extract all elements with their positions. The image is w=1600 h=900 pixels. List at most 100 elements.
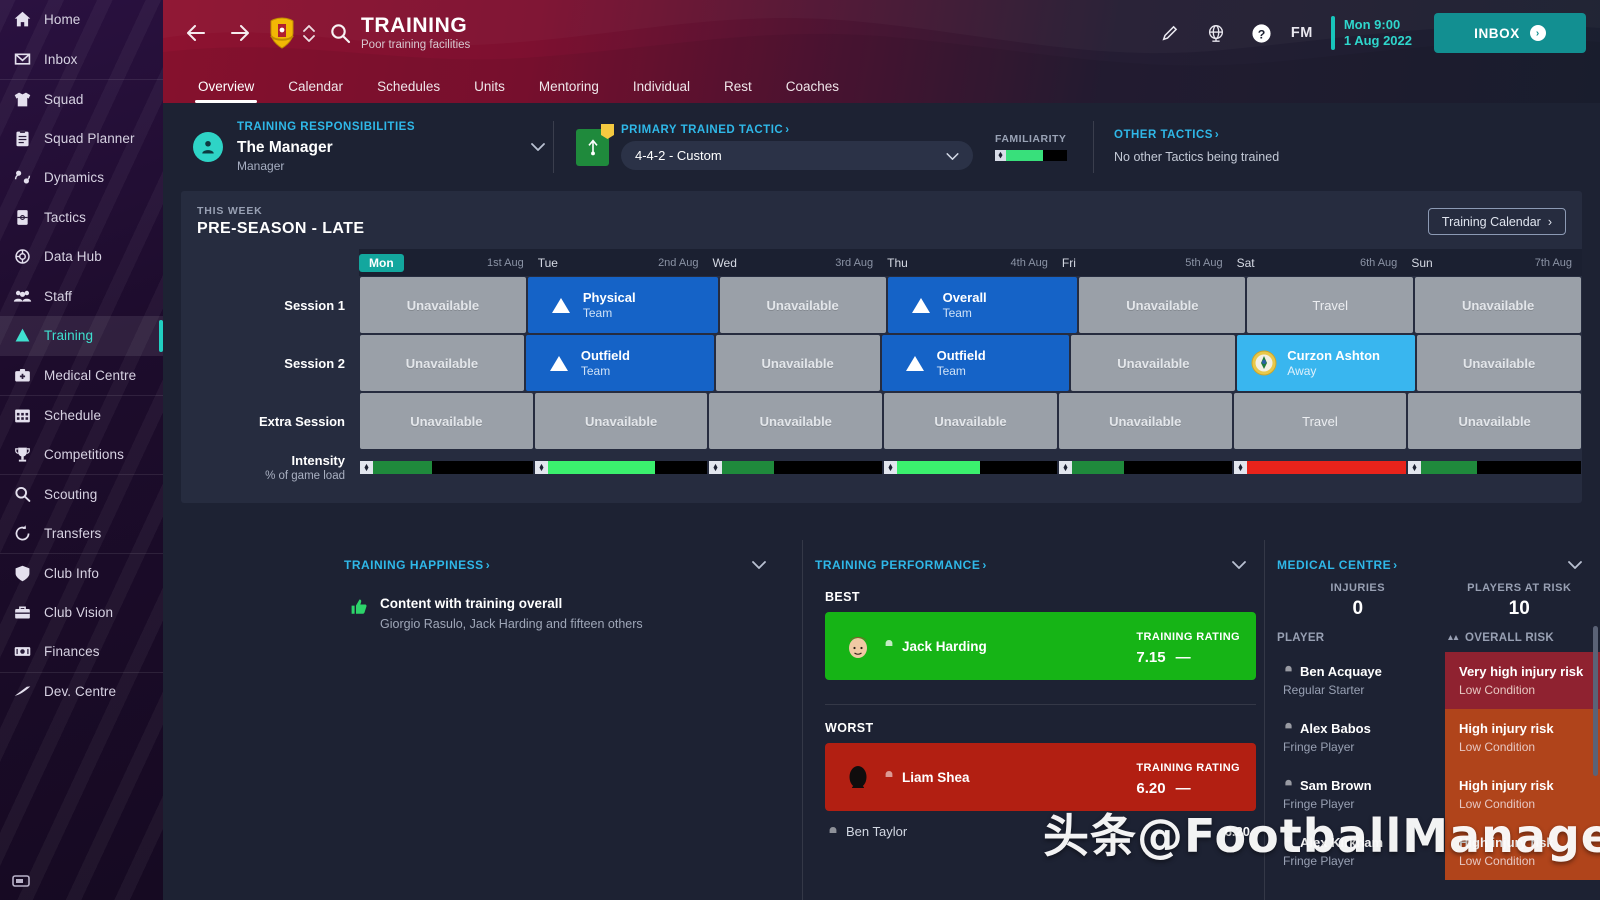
day-header-thu[interactable]: Thu 4th Aug bbox=[883, 256, 1058, 270]
tab-units[interactable]: Units bbox=[457, 79, 522, 103]
pencil-icon[interactable] bbox=[1147, 13, 1193, 53]
sidebar-item-transfers[interactable]: Transfers bbox=[0, 514, 163, 554]
primary-tactic-label[interactable]: PRIMARY TRAINED TACTIC › bbox=[621, 124, 973, 136]
sidebar-item-inbox[interactable]: Inbox bbox=[0, 40, 163, 80]
manager-avatar-icon bbox=[193, 132, 223, 162]
sidebar-item-dynamics[interactable]: Dynamics bbox=[0, 158, 163, 198]
unavailable-cell[interactable]: Unavailable bbox=[1415, 277, 1582, 333]
sidebar-item-home[interactable]: Home bbox=[0, 0, 163, 40]
day-header-sat[interactable]: Sat 6th Aug bbox=[1233, 256, 1408, 270]
sidebar-item-finances[interactable]: Finances bbox=[0, 632, 163, 672]
unavailable-cell[interactable]: Unavailable bbox=[360, 277, 526, 333]
club-badge-icon[interactable] bbox=[265, 16, 299, 50]
chevron-down-icon[interactable] bbox=[1232, 556, 1246, 574]
sidebar-item-staff[interactable]: Staff bbox=[0, 277, 163, 317]
session-type-icon bbox=[905, 355, 924, 371]
sidebar-item-squad-planner[interactable]: Squad Planner bbox=[0, 119, 163, 159]
day-header-tue[interactable]: Tue 2nd Aug bbox=[534, 256, 709, 270]
travel-cell[interactable]: Travel bbox=[1247, 277, 1414, 333]
sidebar-item-squad[interactable]: Squad bbox=[0, 79, 163, 119]
sidebar-item-scouting[interactable]: Scouting bbox=[0, 474, 163, 514]
unavailable-cell[interactable]: Unavailable bbox=[360, 393, 533, 449]
sidebar-item-schedule[interactable]: Schedule bbox=[0, 395, 163, 435]
tab-calendar[interactable]: Calendar bbox=[271, 79, 360, 103]
day-header-fri[interactable]: Fri 5th Aug bbox=[1058, 256, 1233, 270]
unavailable-cell[interactable]: Unavailable bbox=[1417, 335, 1582, 391]
unavailable-cell[interactable]: Unavailable bbox=[1071, 335, 1236, 391]
intensity-bar-day-2[interactable] bbox=[534, 460, 708, 474]
happiness-entry[interactable]: Content with training overall Giorgio Ra… bbox=[344, 574, 784, 631]
intensity-bar-day-5[interactable] bbox=[1058, 460, 1232, 474]
day-header-wed[interactable]: Wed 3rd Aug bbox=[708, 256, 883, 270]
unavailable-cell[interactable]: Unavailable bbox=[534, 393, 708, 449]
sidebar-footer-icon[interactable] bbox=[12, 874, 30, 888]
medical-scrollbar[interactable] bbox=[1593, 626, 1598, 776]
col-header-player[interactable]: PLAYER bbox=[1277, 632, 1445, 644]
unavailable-cell[interactable]: Unavailable bbox=[1079, 277, 1246, 333]
training-session-cell[interactable]: Outfield Team bbox=[881, 335, 1070, 391]
best-player-card[interactable]: Jack Harding TRAINING RATING 7.15 — bbox=[825, 612, 1256, 680]
chevron-down-icon[interactable] bbox=[752, 556, 766, 574]
primary-tactic-select[interactable]: 4-4-2 - Custom bbox=[621, 141, 973, 170]
match-fixture-cell[interactable]: Curzon Ashton Away bbox=[1237, 335, 1416, 391]
sidebar-item-data-hub[interactable]: Data Hub bbox=[0, 237, 163, 277]
help-icon[interactable]: ? bbox=[1239, 13, 1285, 53]
fm-logo[interactable]: FM bbox=[1285, 25, 1327, 41]
chevron-down-icon[interactable] bbox=[1568, 556, 1582, 574]
unavailable-cell[interactable]: Unavailable bbox=[719, 277, 886, 333]
training-session-cell[interactable]: Physical Team bbox=[527, 277, 718, 333]
tab-individual[interactable]: Individual bbox=[616, 79, 707, 103]
unavailable-cell[interactable]: Unavailable bbox=[360, 335, 524, 391]
training-calendar-button[interactable]: Training Calendar › bbox=[1427, 208, 1566, 235]
medical-centre-title[interactable]: MEDICAL CENTRE › bbox=[1277, 558, 1398, 572]
sidebar-item-dev-centre[interactable]: Dev. Centre bbox=[0, 671, 163, 712]
table-row[interactable]: Ben Acquaye Regular Starter Very high inju… bbox=[1277, 652, 1600, 709]
inbox-icon bbox=[11, 49, 33, 69]
training-performance-title[interactable]: TRAINING PERFORMANCE › bbox=[815, 558, 987, 572]
intensity-bar-day-3[interactable] bbox=[709, 460, 883, 474]
training-session-cell[interactable]: Outfield Team bbox=[525, 335, 714, 391]
back-arrow-icon[interactable] bbox=[179, 16, 213, 50]
table-row[interactable]: Alex Babos Fringe Player High injury risk L… bbox=[1277, 709, 1600, 766]
sidebar-item-club-info[interactable]: Club Info bbox=[0, 553, 163, 593]
tab-coaches[interactable]: Coaches bbox=[769, 79, 856, 103]
search-icon[interactable] bbox=[329, 22, 351, 44]
day-header-sun[interactable]: Sun 7th Aug bbox=[1407, 256, 1582, 270]
training-session-cell[interactable]: Overall Team bbox=[887, 277, 1078, 333]
sidebar-item-club-vision[interactable]: Club Vision bbox=[0, 593, 163, 633]
intensity-bar-day-1[interactable] bbox=[360, 460, 533, 474]
sidebar-item-tactics[interactable]: Tactics bbox=[0, 198, 163, 238]
game-clock[interactable]: Mon 9:00 1 Aug 2022 bbox=[1327, 16, 1412, 50]
inbox-button[interactable]: INBOX › bbox=[1434, 13, 1586, 53]
unavailable-cell[interactable]: Unavailable bbox=[1408, 393, 1582, 449]
sidebar-item-competitions[interactable]: Competitions bbox=[0, 435, 163, 475]
forward-arrow-icon[interactable] bbox=[223, 16, 257, 50]
intensity-bar-day-7[interactable] bbox=[1408, 460, 1582, 474]
intensity-bar-day-4[interactable] bbox=[884, 460, 1057, 474]
globe-icon[interactable] bbox=[1193, 13, 1239, 53]
training-responsibilities-block[interactable]: TRAINING RESPONSIBILITIES The Manager Ma… bbox=[193, 120, 545, 174]
intensity-track bbox=[884, 460, 1057, 474]
tab-schedules[interactable]: Schedules bbox=[360, 79, 457, 103]
training-happiness-title[interactable]: TRAINING HAPPINESS › bbox=[344, 558, 490, 572]
intensity-bar-day-6[interactable] bbox=[1233, 460, 1407, 474]
other-tactics-label[interactable]: OTHER TACTICS › bbox=[1114, 127, 1279, 144]
day-header-mon[interactable]: Mon 1st Aug bbox=[359, 253, 534, 272]
travel-cell[interactable]: Travel bbox=[1233, 393, 1407, 449]
day-name: Fri bbox=[1061, 255, 1076, 270]
up-down-stepper-icon[interactable] bbox=[303, 24, 315, 42]
sidebar-item-medical-centre[interactable]: Medical Centre bbox=[0, 356, 163, 396]
unavailable-cell[interactable]: Unavailable bbox=[884, 393, 1057, 449]
sidebar-item-label: Squad bbox=[44, 91, 84, 107]
unavailable-cell[interactable]: Unavailable bbox=[1058, 393, 1232, 449]
training-calendar-label: Training Calendar bbox=[1441, 214, 1541, 229]
unavailable-cell[interactable]: Unavailable bbox=[709, 393, 883, 449]
col-header-risk[interactable]: OVERALL RISK bbox=[1445, 632, 1600, 644]
tab-overview[interactable]: Overview bbox=[181, 79, 271, 103]
chevron-down-icon[interactable] bbox=[531, 138, 545, 156]
tab-rest[interactable]: Rest bbox=[707, 79, 769, 103]
sidebar-item-training[interactable]: Training bbox=[0, 316, 163, 356]
tab-mentoring[interactable]: Mentoring bbox=[522, 79, 616, 103]
condition-text: Low Condition bbox=[1459, 740, 1536, 754]
unavailable-cell[interactable]: Unavailable bbox=[715, 335, 880, 391]
